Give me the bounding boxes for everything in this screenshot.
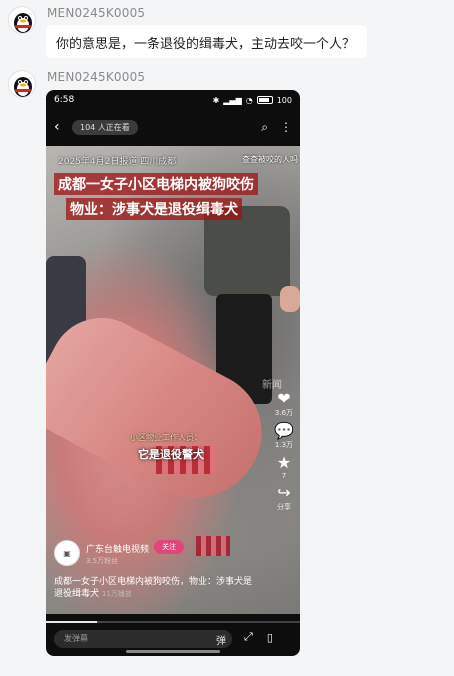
video-description[interactable]: 成都一女子小区电梯内被狗咬伤，物业：涉事犬是退役缉毒犬 11万播放 [54, 576, 260, 600]
qq-penguin-icon [14, 77, 32, 97]
author-name[interactable]: 广东台触电视频 [86, 542, 149, 555]
headline-primary: 成都一女子小区电梯内被狗咬伤 [54, 173, 258, 195]
video-top-bar: ‹ 104 人正在看 ⌕ ⋮ [46, 116, 300, 138]
danmaku-toggle-icon[interactable]: 弹 [216, 632, 226, 647]
live-viewer-count[interactable]: 104 人正在看 [72, 119, 138, 135]
message-bubble[interactable]: 你的意思是，一条退役的缉毒犬，主动去咬一个人？ [46, 25, 367, 58]
battery-level: 100 [276, 95, 292, 105]
avatar[interactable] [8, 6, 36, 34]
action-rail: ❤ 3.6万 💬 1.3万 ★ 7 ↪ 分享 [270, 390, 298, 512]
fan-count: 3.5万粉丝 [86, 557, 119, 565]
avatar[interactable] [8, 70, 36, 98]
danmaku-placeholder: 发弹幕 [64, 634, 88, 643]
home-indicator [126, 650, 220, 653]
view-count: 11万播放 [101, 590, 132, 598]
progress-fill [46, 621, 97, 623]
like-icon: ❤ [277, 389, 291, 408]
headline-secondary: 物业：涉事犬是退役缉毒犬 [66, 198, 242, 220]
fullscreen-icon[interactable]: ⤢ [244, 630, 253, 644]
more-vertical-icon[interactable]: ⋮ [280, 120, 292, 134]
favorite-count: 7 [281, 472, 287, 480]
signal-icon: ▂▄▆ [223, 95, 242, 105]
side-label: 查查被咬的人吗 [242, 155, 298, 164]
wifi-icon: ◔ [245, 95, 253, 105]
blurred-wound [196, 536, 230, 556]
back-arrow-icon[interactable]: ‹ [54, 119, 72, 135]
bottom-controls: ⤢ ▯ [244, 630, 273, 644]
sender-name: MEN0245K0005 [47, 70, 146, 84]
author-avatar[interactable]: ▣ [54, 540, 80, 566]
like-button[interactable]: ❤ 3.6万 [275, 390, 293, 418]
bluetooth-icon: ✱ [212, 95, 220, 105]
rotate-screen-icon[interactable]: ▯ [267, 631, 273, 644]
favorite-icon: ★ [276, 453, 292, 472]
description-text: 成都一女子小区电梯内被狗咬伤，物业：涉事犬是退役缉毒犬 [54, 577, 253, 599]
sender-name: MEN0245K0005 [47, 6, 146, 20]
qq-penguin-icon [14, 13, 32, 33]
status-icons: ✱ ▂▄▆ ◔ 100 [213, 96, 292, 105]
screenshot-image-message[interactable]: 6:58 ✱ ▂▄▆ ◔ 100 ‹ 104 人正在看 ⌕ ⋮ 2025年4月2… [46, 90, 300, 656]
status-time: 6:58 [54, 95, 75, 105]
caption-text: 它是退役警犬 [138, 448, 204, 461]
comment-count: 1.3万 [274, 441, 294, 449]
video-progress-bar[interactable] [46, 621, 300, 623]
comment-icon: 💬 [274, 421, 294, 440]
share-button[interactable]: ↪ 分享 [277, 484, 291, 512]
report-date: 2025年4月2日报道 四川成都 [58, 157, 177, 167]
favorite-button[interactable]: ★ 7 [276, 453, 292, 481]
tv-logo-icon: ▣ [63, 548, 71, 558]
caption-speaker: 小区物业工作人员： [130, 433, 202, 442]
danmaku-input[interactable]: 发弹幕 弹 [54, 630, 232, 648]
comment-button[interactable]: 💬 1.3万 [274, 422, 294, 450]
search-icon[interactable]: ⌕ [261, 120, 268, 135]
share-icon: ↪ [277, 483, 291, 502]
battery-icon [256, 96, 273, 104]
follow-button[interactable]: 关注 [154, 540, 184, 554]
share-label: 分享 [277, 503, 291, 511]
status-bar: 6:58 ✱ ▂▄▆ ◔ 100 [46, 90, 300, 110]
like-count: 3.6万 [274, 409, 294, 417]
